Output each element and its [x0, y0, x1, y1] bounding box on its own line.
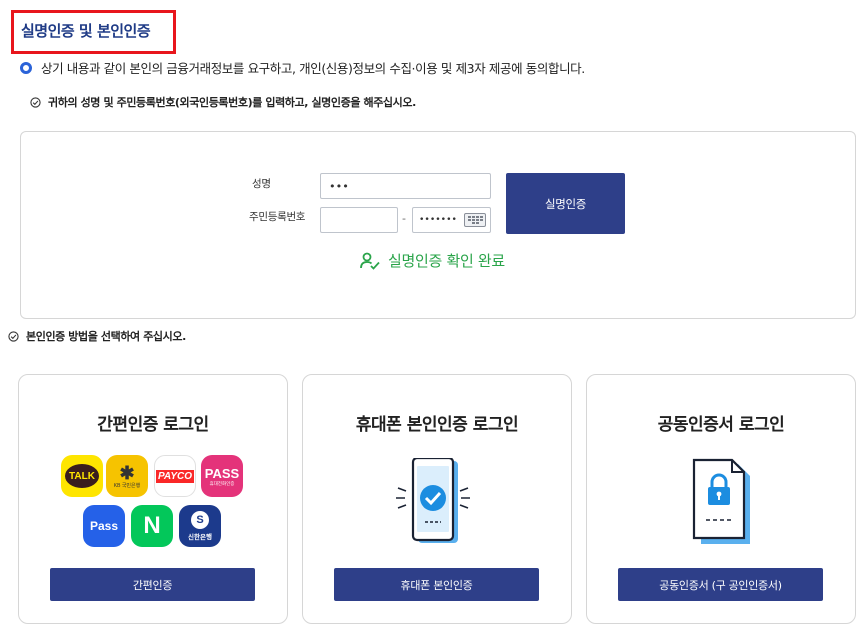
- kb-bank-label: KB 국민은행: [113, 482, 141, 489]
- verify-name-button[interactable]: 실명인증: [506, 173, 625, 234]
- verification-status-text: 실명인증 확인 완료: [388, 252, 505, 270]
- payco-label: PAYCO: [155, 469, 195, 483]
- rrn-first-input[interactable]: [320, 207, 398, 233]
- kakao-talk-label: TALK: [65, 464, 99, 488]
- pass-icon: PASS 휴대전화인증: [201, 455, 243, 497]
- naver-icon: N: [131, 505, 173, 547]
- agreement-notice: 상기 내용과 같이 본인의 금융거래정보를 요구하고, 개인(신용)정보의 수집…: [20, 58, 585, 77]
- phone-auth-button[interactable]: 휴대폰 본인인증: [334, 568, 539, 601]
- certificate-auth-title: 공동인증서 로그인: [657, 415, 785, 435]
- shinhan-bank-icon: S 신한은행: [179, 505, 221, 547]
- auth-instruction-text: 본인인증 방법을 선택하여 주십시오.: [26, 330, 186, 343]
- rrn-label: 주민등록번호: [249, 211, 306, 223]
- auth-instruction: 본인인증 방법을 선택하여 주십시오.: [8, 328, 186, 344]
- user-check-icon: [360, 252, 380, 270]
- rrn-separator: -: [402, 212, 406, 225]
- check-circle-icon: [8, 330, 19, 342]
- keyboard-icon[interactable]: [464, 213, 486, 227]
- identity-instruction-text: 귀하의 성명 및 주민등록번호(외국인등록번호)를 입력하고, 실명인증을 해주…: [48, 96, 416, 109]
- rrn-second-value: •••••••: [419, 215, 457, 225]
- phone-verification-icon: [396, 458, 470, 543]
- verification-status: 실명인증 확인 완료: [360, 250, 505, 271]
- rrn-second-input[interactable]: •••••••: [412, 207, 491, 233]
- naver-label: N: [143, 512, 161, 539]
- certificate-lock-icon: [692, 458, 750, 544]
- name-label: 성명: [252, 178, 271, 190]
- simple-auth-button[interactable]: 간편인증: [50, 568, 255, 601]
- pass-app-icon: Pass: [83, 505, 125, 547]
- pass-app-label: Pass: [89, 519, 119, 533]
- payco-icon: PAYCO: [154, 455, 196, 497]
- simple-auth-title: 간편인증 로그인: [97, 415, 209, 435]
- name-input[interactable]: •••: [320, 173, 491, 199]
- kakao-talk-icon: TALK: [61, 455, 103, 497]
- radio-indicator-icon: [20, 61, 32, 74]
- page-title: 실명인증 및 본인인증: [21, 22, 151, 40]
- certificate-auth-button[interactable]: 공동인증서 (구 공인인증서): [618, 568, 823, 601]
- shinhan-logo: S: [191, 511, 209, 529]
- identity-instruction: 귀하의 성명 및 주민등록번호(외국인등록번호)를 입력하고, 실명인증을 해주…: [30, 94, 416, 110]
- agreement-text: 상기 내용과 같이 본인의 금융거래정보를 요구하고, 개인(신용)정보의 수집…: [41, 61, 585, 76]
- kb-bank-icon: ✱ KB 국민은행: [106, 455, 148, 497]
- pass-label: PASS: [204, 465, 240, 481]
- phone-auth-title: 휴대폰 본인인증 로그인: [355, 415, 519, 435]
- shinhan-label: 신한은행: [188, 534, 212, 541]
- check-circle-icon: [30, 96, 41, 108]
- name-input-value: •••: [329, 179, 349, 193]
- pass-sublabel: 휴대전화인증: [209, 480, 235, 486]
